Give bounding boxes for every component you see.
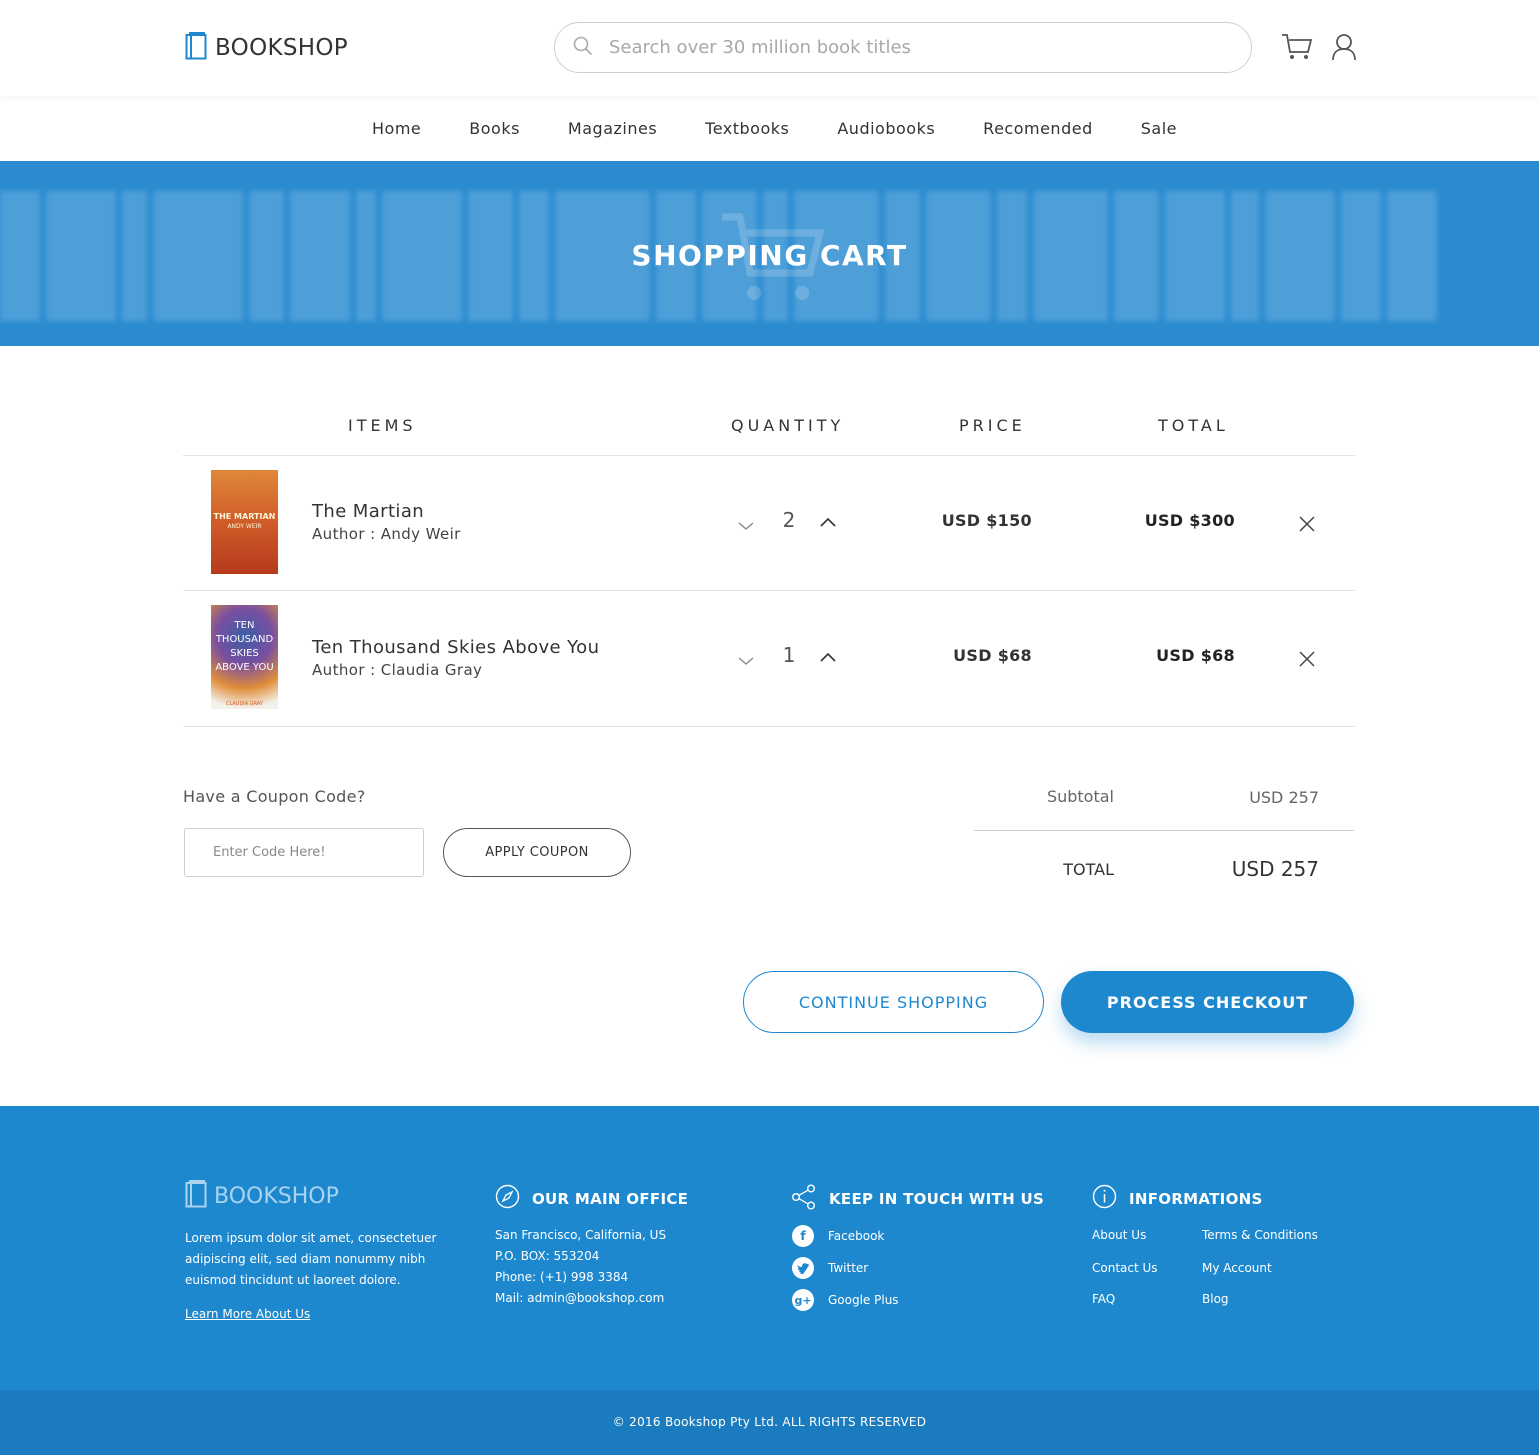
learn-more-link[interactable]: Learn More About Us xyxy=(185,1307,310,1321)
share-icon xyxy=(791,1184,817,1214)
copyright-text: © 2016 Bookshop Pty Ltd. ALL RIGHTS RESE… xyxy=(612,1415,927,1429)
twitter-link[interactable]: Twitter xyxy=(792,1257,868,1279)
user-icon[interactable] xyxy=(1331,33,1357,65)
info-heading-text: INFORMATIONS xyxy=(1129,1189,1263,1208)
item-price: USD $68 xyxy=(953,646,1032,665)
blog-link[interactable]: Blog xyxy=(1202,1292,1229,1306)
quantity-value: 2 xyxy=(782,508,796,532)
google-plus-icon: g+ xyxy=(792,1289,814,1311)
info-icon xyxy=(1092,1184,1117,1213)
footer-logo-text: BOOKSHOP xyxy=(214,1183,339,1209)
close-icon[interactable] xyxy=(1299,516,1315,536)
book-cover[interactable]: THE MARTIAN ANDY WEIR xyxy=(211,470,278,574)
item-title[interactable]: The Martian xyxy=(312,501,424,522)
nav-recomended[interactable]: Recomended xyxy=(983,119,1093,138)
coupon-label: Have a Coupon Code? xyxy=(183,787,366,806)
chevron-up-icon[interactable] xyxy=(820,648,836,667)
quantity-value: 1 xyxy=(782,643,796,667)
close-icon[interactable] xyxy=(1299,651,1315,671)
office-heading: OUR MAIN OFFICE xyxy=(495,1184,688,1213)
main-nav: Home Books Magazines Textbooks Audiobook… xyxy=(0,96,1539,161)
contact-us-link[interactable]: Contact Us xyxy=(1092,1261,1158,1275)
coupon-input[interactable] xyxy=(184,828,424,877)
compass-icon xyxy=(495,1184,520,1213)
office-heading-text: OUR MAIN OFFICE xyxy=(532,1189,689,1208)
social-heading: KEEP IN TOUCH WITH US xyxy=(791,1184,1044,1214)
column-header-price: PRICE xyxy=(959,416,1026,435)
divider xyxy=(974,830,1354,831)
book-cover[interactable]: TEN THOUSAND SKIES ABOVE YOU CLAUDIA GRA… xyxy=(211,605,278,709)
chevron-down-icon[interactable] xyxy=(738,651,754,670)
footer-logo[interactable]: BOOKSHOP xyxy=(185,1180,339,1212)
continue-shopping-button[interactable]: CONTINUE SHOPPING xyxy=(743,971,1044,1033)
cover-title: THE MARTIAN xyxy=(213,512,276,521)
my-account-link[interactable]: My Account xyxy=(1202,1261,1272,1275)
footer-about-text: Lorem ipsum dolor sit amet, consectetuer… xyxy=(185,1231,437,1287)
chevron-up-icon[interactable] xyxy=(820,513,836,532)
logo[interactable]: BOOKSHOP xyxy=(185,32,348,64)
logo-text: BOOKSHOP xyxy=(215,35,348,61)
item-author: Author : Claudia Gray xyxy=(312,661,483,679)
chevron-down-icon[interactable] xyxy=(738,516,754,535)
nav-books[interactable]: Books xyxy=(469,119,520,138)
apply-coupon-button[interactable]: APPLY COUPON xyxy=(443,828,631,877)
search-input[interactable] xyxy=(609,37,1209,58)
table-row: THE MARTIAN ANDY WEIR The Martian Author… xyxy=(183,456,1355,591)
office-address: San Francisco, California, US xyxy=(495,1228,667,1242)
subtotal-value: USD 257 xyxy=(1249,788,1319,807)
terms-link[interactable]: Terms & Conditions xyxy=(1202,1228,1318,1242)
office-po-box: P.O. BOX: 553204 xyxy=(495,1249,600,1263)
nav-home[interactable]: Home xyxy=(372,119,421,138)
nav-magazines[interactable]: Magazines xyxy=(568,119,657,138)
column-header-items: ITEMS xyxy=(348,416,417,435)
total-label: TOTAL xyxy=(1063,860,1114,879)
twitter-icon xyxy=(792,1257,814,1279)
cover-author: CLAUDIA GRAY xyxy=(225,701,264,707)
cover-title: TEN THOUSAND SKIES ABOVE YOU xyxy=(215,620,274,673)
google-plus-label: Google Plus xyxy=(828,1293,899,1307)
column-header-total: TOTAL xyxy=(1158,416,1229,435)
item-total: USD $300 xyxy=(1144,511,1235,530)
cart-icon[interactable] xyxy=(1281,33,1313,65)
total-value: USD 257 xyxy=(1231,857,1319,881)
nav-audiobooks[interactable]: Audiobooks xyxy=(837,119,935,138)
divider xyxy=(183,726,1355,727)
process-checkout-button[interactable]: PROCESS CHECKOUT xyxy=(1061,971,1354,1033)
google-plus-link[interactable]: g+ Google Plus xyxy=(792,1289,899,1311)
page-banner: SHOPPING CART xyxy=(0,161,1539,346)
facebook-link[interactable]: f Facebook xyxy=(792,1225,884,1247)
copyright-bar: © 2016 Bookshop Pty Ltd. ALL RIGHTS RESE… xyxy=(0,1390,1539,1455)
site-footer: BOOKSHOP Lorem ipsum dolor sit amet, con… xyxy=(0,1106,1539,1390)
nav-textbooks[interactable]: Textbooks xyxy=(705,119,789,138)
search-icon xyxy=(573,36,593,60)
subtotal-label: Subtotal xyxy=(1046,787,1114,806)
table-row: TEN THOUSAND SKIES ABOVE YOU CLAUDIA GRA… xyxy=(183,591,1355,726)
facebook-icon: f xyxy=(792,1225,814,1247)
site-header: BOOKSHOP xyxy=(0,0,1539,96)
column-header-quantity: QUANTITY xyxy=(731,416,845,435)
cover-author: ANDY WEIR xyxy=(227,523,262,530)
facebook-label: Facebook xyxy=(828,1229,885,1243)
page-title: SHOPPING CART xyxy=(631,239,908,272)
office-phone: Phone: (+1) 998 3384 xyxy=(495,1270,629,1284)
item-title[interactable]: Ten Thousand Skies Above You xyxy=(312,637,599,658)
twitter-label: Twitter xyxy=(828,1261,869,1275)
info-heading: INFORMATIONS xyxy=(1092,1184,1263,1213)
office-mail: Mail: admin@bookshop.com xyxy=(495,1291,665,1305)
search-bar[interactable] xyxy=(554,22,1252,73)
social-heading-text: KEEP IN TOUCH WITH US xyxy=(829,1190,1045,1208)
item-price: USD $150 xyxy=(941,511,1032,530)
about-us-link[interactable]: About Us xyxy=(1092,1228,1146,1242)
nav-sale[interactable]: Sale xyxy=(1141,119,1177,138)
book-icon xyxy=(185,32,207,64)
item-author: Author : Andy Weir xyxy=(312,525,461,543)
item-total: USD $68 xyxy=(1156,646,1235,665)
book-icon xyxy=(185,1180,207,1212)
faq-link[interactable]: FAQ xyxy=(1092,1292,1115,1306)
